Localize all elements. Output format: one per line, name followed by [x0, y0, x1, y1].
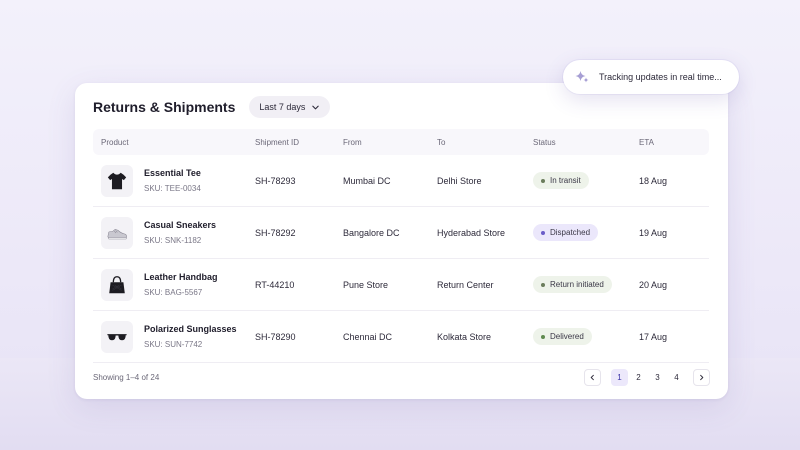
to-location: Kolkata Store: [437, 331, 492, 342]
page-title: Returns & Shipments: [93, 99, 236, 115]
sneaker-icon: [107, 228, 127, 239]
column-header-product: Product: [101, 137, 129, 147]
page-button-4[interactable]: 4: [668, 369, 685, 386]
product-cell: Casual Sneakers SKU: SNK-1182: [93, 216, 255, 249]
status-dot: [541, 178, 545, 183]
eta: 17 Aug: [639, 331, 668, 342]
from-location: Mumbai DC: [343, 175, 391, 186]
next-page-button[interactable]: [693, 368, 710, 386]
product-cell: Polarized Sunglasses SKU: SUN-7742: [93, 320, 255, 353]
product-name: Essential Tee: [144, 168, 201, 178]
shipment-id: SH-78293: [255, 175, 296, 186]
table-footer: Showing 1–4 of 24 1 2 3 4: [93, 367, 710, 387]
product-cell: Essential Tee SKU: TEE-0034: [93, 164, 255, 197]
product-name: Casual Sneakers: [144, 220, 217, 230]
status-dot: [541, 282, 545, 287]
chevron-right-icon: [700, 374, 704, 380]
status-cell: In transit: [533, 172, 639, 189]
status-badge: Return initiated: [533, 276, 612, 293]
product-thumbnail: [101, 216, 133, 249]
status-label: Dispatched: [550, 228, 591, 237]
eta: 19 Aug: [639, 227, 668, 238]
shipment-id: SH-78292: [255, 227, 296, 238]
table-header: Product Shipment ID From To Status ETA: [93, 129, 709, 155]
status-label: In transit: [550, 176, 581, 185]
table-row[interactable]: Polarized Sunglasses SKU: SUN-7742 SH-78…: [93, 311, 709, 363]
shipment-id: RT-44210: [255, 279, 295, 290]
chevron-down-icon: [312, 105, 320, 109]
product-thumbnail: [101, 268, 133, 301]
shipment-id: SH-78290: [255, 331, 296, 342]
column-header-eta: ETA: [639, 137, 654, 147]
from-location: Pune Store: [343, 279, 389, 290]
status-dot: [541, 334, 545, 339]
to-location: Return Center: [437, 279, 494, 290]
status-badge: Dispatched: [533, 224, 599, 241]
shipments-card: Returns & Shipments Last 7 days Product …: [75, 83, 728, 399]
status-label: Return initiated: [550, 280, 604, 289]
pagination-summary: Showing 1–4 of 24: [93, 372, 160, 382]
status-cell: Dispatched: [533, 224, 639, 241]
product-thumbnail: [101, 164, 133, 197]
column-header-shipment-id: Shipment ID: [255, 137, 300, 147]
page-button-3[interactable]: 3: [649, 369, 666, 386]
column-header-status: Status: [533, 137, 556, 147]
sunglasses-icon: [107, 333, 127, 340]
shipments-table: Product Shipment ID From To Status ETA E…: [93, 129, 709, 363]
pagination: 1 2 3 4: [584, 368, 710, 386]
table-row[interactable]: Essential Tee SKU: TEE-0034 SH-78293 Mum…: [93, 155, 709, 207]
product-thumbnail: [101, 320, 133, 353]
product-sku: SKU: SUN-7742: [144, 340, 203, 349]
status-label: Delivered: [550, 332, 584, 341]
from-location: Bangalore DC: [343, 227, 400, 238]
toast-message: Tracking updates in real time...: [599, 72, 722, 82]
product-cell: Leather Handbag SKU: BAG-5567: [93, 268, 255, 301]
table-row[interactable]: Leather Handbag SKU: BAG-5567 RT-44210 P…: [93, 259, 709, 311]
date-range-dropdown[interactable]: Last 7 days: [249, 96, 331, 118]
product-sku: SKU: BAG-5567: [144, 288, 203, 297]
to-location: Delhi Store: [437, 175, 482, 186]
column-header-from: From: [343, 137, 362, 147]
column-header-to: To: [437, 137, 446, 147]
page-button-2[interactable]: 2: [630, 369, 647, 386]
pager-spacer: [687, 369, 691, 386]
status-badge: In transit: [533, 172, 589, 189]
eta: 20 Aug: [639, 279, 668, 290]
product-sku: SKU: SNK-1182: [144, 236, 202, 245]
status-cell: Return initiated: [533, 276, 639, 293]
sparkle-icon: [575, 71, 589, 83]
product-name: Polarized Sunglasses: [144, 324, 237, 334]
table-row[interactable]: Casual Sneakers SKU: SNK-1182 SH-78292 B…: [93, 207, 709, 259]
previous-page-button[interactable]: [584, 368, 601, 386]
handbag-icon: [109, 275, 125, 293]
eta: 18 Aug: [639, 175, 668, 186]
product-sku: SKU: TEE-0034: [144, 184, 201, 193]
from-location: Chennai DC: [343, 331, 393, 342]
chevron-left-icon: [590, 374, 594, 380]
status-badge: Delivered: [533, 328, 592, 345]
status-cell: Delivered: [533, 328, 639, 345]
card-header: Returns & Shipments Last 7 days: [93, 95, 710, 119]
status-dot: [541, 230, 545, 235]
tshirt-icon: [107, 172, 127, 189]
tracking-toast: Tracking updates in real time...: [563, 60, 739, 94]
page-button-1[interactable]: 1: [611, 368, 628, 386]
pager-spacer: [603, 369, 609, 386]
to-location: Hyderabad Store: [437, 227, 506, 238]
date-range-label: Last 7 days: [259, 102, 306, 112]
product-name: Leather Handbag: [144, 272, 218, 282]
